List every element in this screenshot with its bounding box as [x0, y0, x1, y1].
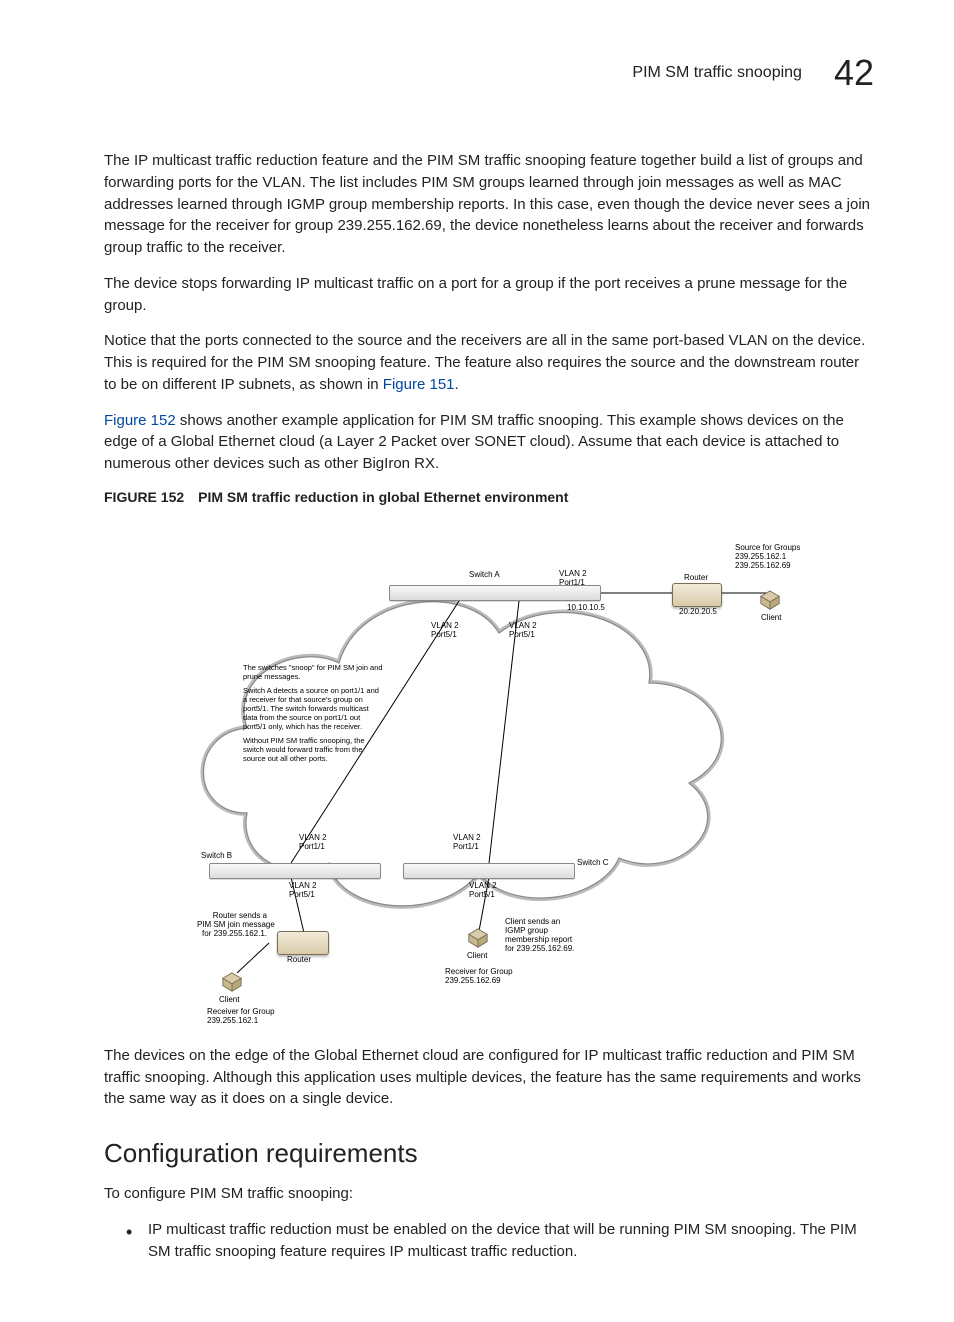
ip-a-label: 10.10.10.5 [567, 603, 605, 612]
vlan-label-b-51: VLAN 2 Port5/1 [289, 881, 317, 899]
client-top-icon [759, 589, 781, 611]
router-b [277, 931, 329, 955]
body-para-2: The device stops forwarding IP multicast… [104, 273, 874, 317]
client-c-icon [467, 927, 489, 949]
switch-c-bar [403, 863, 575, 879]
snoop-text-block: The switches "snoop" for PIM SM join and… [243, 663, 383, 768]
rx-group-b-label: Receiver for Group 239.255.162.1 [207, 1007, 275, 1025]
switch-b-bar [209, 863, 381, 879]
body-para-1: The IP multicast traffic reduction featu… [104, 150, 874, 259]
switch-c-label: Switch C [577, 858, 609, 867]
client-b-icon [221, 971, 243, 993]
figure-152-diagram: Switch A VLAN 2 Port1/1 10.10.10.5 VLAN … [159, 523, 819, 1023]
client-note-label: Client sends an IGMP group membership re… [505, 917, 575, 954]
body-para-3b: . [455, 376, 459, 393]
body-para-5: The devices on the edge of the Global Et… [104, 1045, 874, 1110]
snoop-text-1: The switches "snoop" for PIM SM join and… [243, 663, 383, 681]
body-para-4a: shows another example application for PI… [104, 412, 844, 473]
bullet-list: IP multicast traffic reduction must be e… [126, 1219, 874, 1263]
page: PIM SM traffic snooping 42 The IP multic… [0, 0, 954, 1322]
switch-b-label: Switch B [201, 851, 232, 860]
router-top [672, 583, 722, 607]
vlan-label-a-51-2: VLAN 2 Port5/1 [509, 621, 537, 639]
ip-src-label: 20.20.20.5 [679, 607, 717, 616]
client-top-label: Client [761, 613, 781, 622]
figure-caption: FIGURE 152 PIM SM traffic reduction in gl… [104, 489, 874, 505]
chapter-number: 42 [834, 52, 874, 94]
body-para-6: To configure PIM SM traffic snooping: [104, 1183, 874, 1205]
figure-title: PIM SM traffic reduction in global Ether… [198, 489, 568, 505]
body-para-4: Figure 152 shows another example applica… [104, 410, 874, 475]
router-top-label: Router [684, 573, 708, 582]
vlan-label-a-51-1: VLAN 2 Port5/1 [431, 621, 459, 639]
switch-a-bar [389, 585, 601, 601]
client-c-label: Client [467, 951, 487, 960]
body-para-3a: Notice that the ports connected to the s… [104, 332, 865, 393]
vlan-label-b-11: VLAN 2 Port1/1 [299, 833, 327, 851]
snoop-text-3: Without PIM SM traffic snooping, the swi… [243, 736, 383, 763]
bullet-item-1: IP multicast traffic reduction must be e… [126, 1219, 874, 1263]
body-para-3: Notice that the ports connected to the s… [104, 330, 874, 395]
figure-number: FIGURE 152 [104, 489, 184, 505]
client-b-label: Client [219, 995, 239, 1004]
snoop-text-2: Switch A detects a source on port1/1 and… [243, 686, 383, 731]
vlan-label-a-11: VLAN 2 Port1/1 [559, 569, 587, 587]
page-header: PIM SM traffic snooping 42 [104, 52, 874, 94]
switch-a-label: Switch A [469, 570, 500, 579]
router-b-label: Router [287, 955, 311, 964]
header-title: PIM SM traffic snooping [632, 64, 802, 82]
vlan-label-c-11: VLAN 2 Port1/1 [453, 833, 481, 851]
figure-152-link[interactable]: Figure 152 [104, 412, 176, 429]
router-note-label: Router sends a PIM SM join message for 2… [197, 911, 267, 939]
figure-151-link[interactable]: Figure 151 [383, 376, 455, 393]
vlan-label-c-51: VLAN 2 Port5/1 [469, 881, 497, 899]
rx-group-c-label: Receiver for Group 239.255.162.69 [445, 967, 513, 985]
section-heading-config-reqs: Configuration requirements [104, 1138, 874, 1169]
source-groups-label: Source for Groups 239.255.162.1 239.255.… [735, 543, 800, 571]
